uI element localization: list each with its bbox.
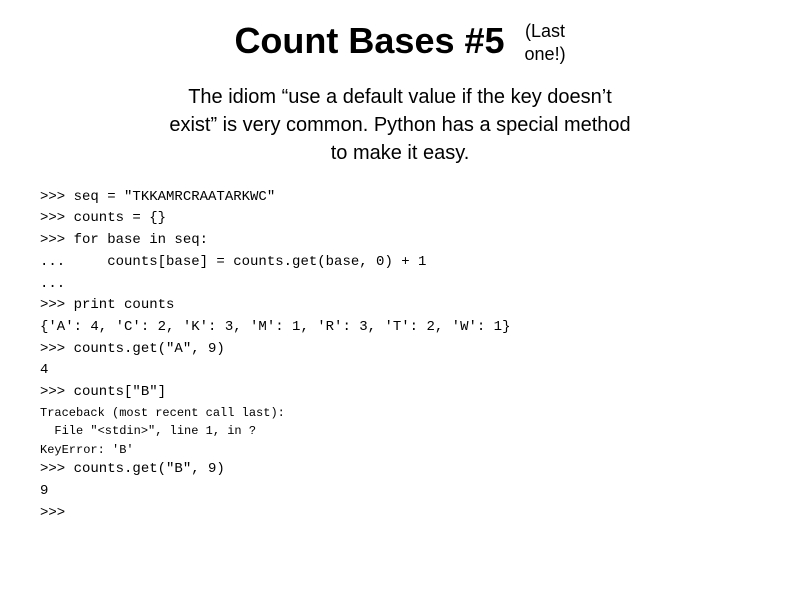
page: Count Bases #5 (Last one!) The idiom “us…: [0, 0, 800, 600]
code-line-0: >>> seq = "TKKAMRCRAATARKWC": [40, 187, 760, 209]
code-line-5: >>> print counts: [40, 295, 760, 317]
code-line-1: >>> counts = {}: [40, 208, 760, 230]
subtitle: The idiom “use a default value if the ke…: [40, 83, 760, 167]
code-line-12: KeyError: 'B': [40, 441, 760, 460]
code-line-4: ...: [40, 274, 760, 296]
code-line-15: >>>: [40, 503, 760, 525]
code-line-11: File "<stdin>", line 1, in ?: [40, 422, 760, 441]
page-title: Count Bases #5: [234, 20, 504, 62]
code-line-9: >>> counts["B"]: [40, 382, 760, 404]
code-line-8: 4: [40, 360, 760, 382]
code-line-6: {'A': 4, 'C': 2, 'K': 3, 'M': 1, 'R': 3,…: [40, 317, 760, 339]
code-block: >>> seq = "TKKAMRCRAATARKWC">>> counts =…: [40, 187, 760, 525]
code-line-2: >>> for base in seq:: [40, 230, 760, 252]
code-line-14: 9: [40, 481, 760, 503]
last-one-label: (Last one!): [525, 20, 566, 67]
code-line-7: >>> counts.get("A", 9): [40, 339, 760, 361]
code-line-3: ... counts[base] = counts.get(base, 0) +…: [40, 252, 760, 274]
header-area: Count Bases #5 (Last one!): [40, 20, 760, 67]
code-line-13: >>> counts.get("B", 9): [40, 459, 760, 481]
code-line-10: Traceback (most recent call last):: [40, 404, 760, 423]
